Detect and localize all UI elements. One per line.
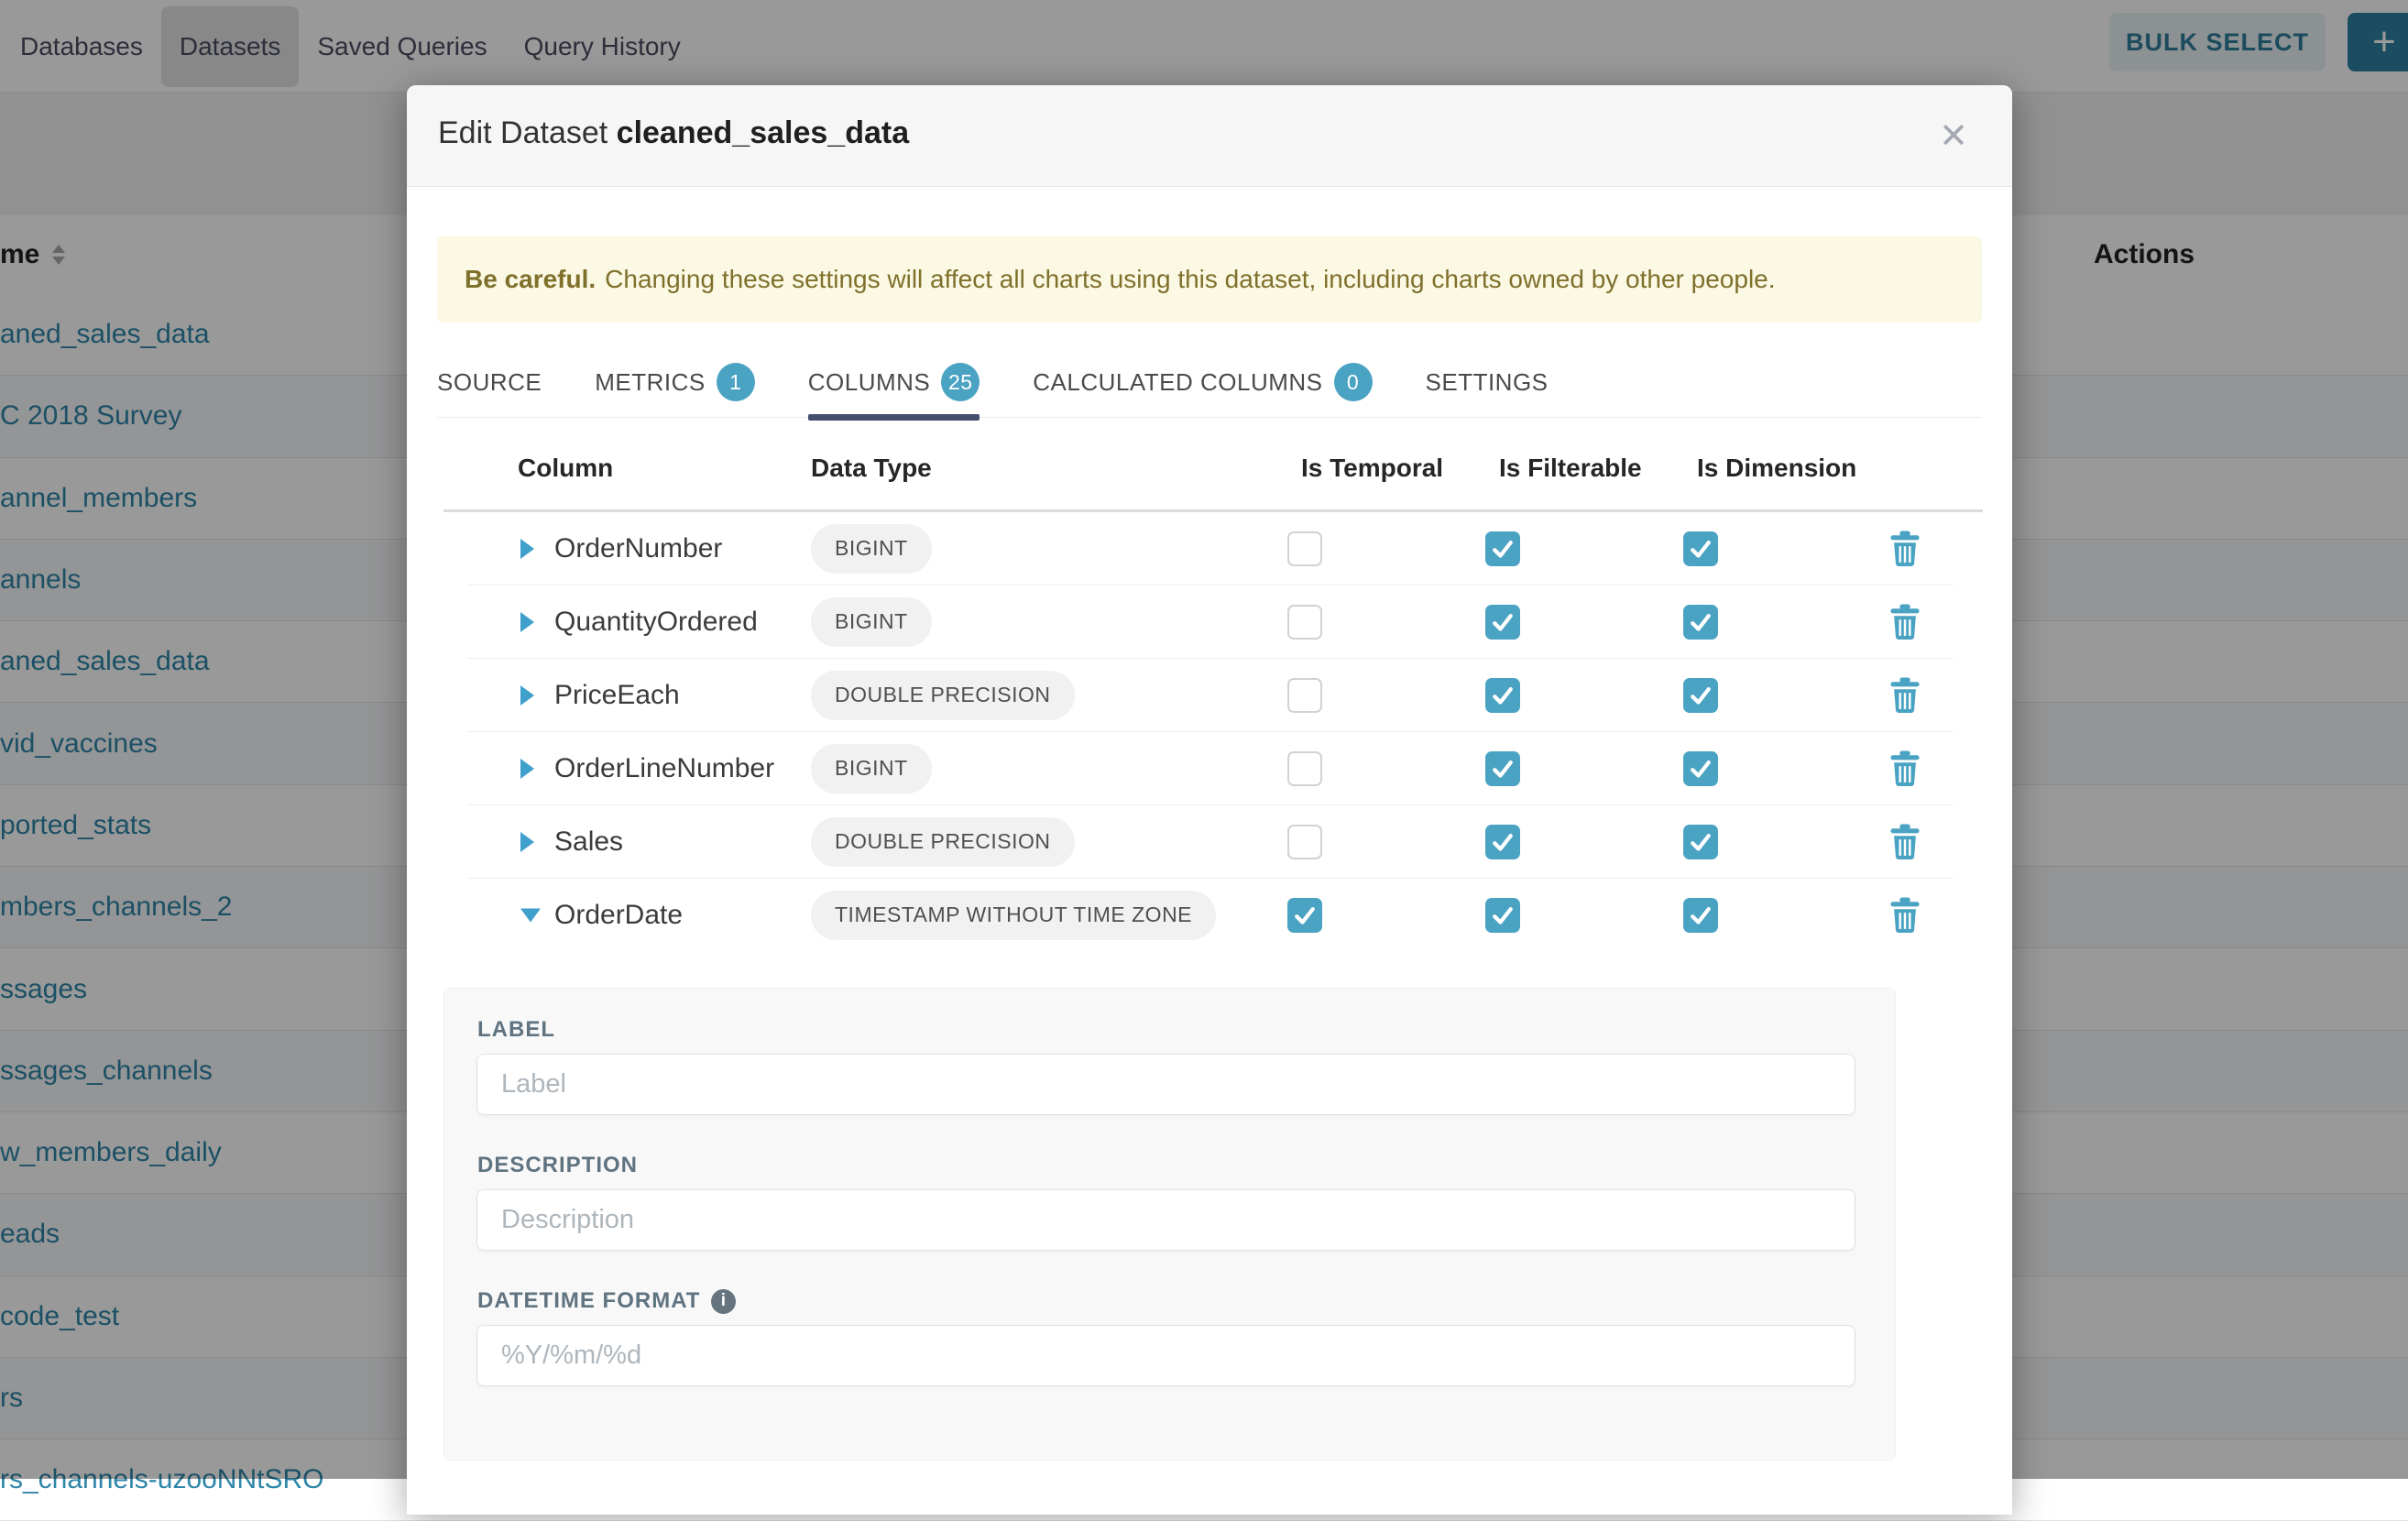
- is-dimension-checkbox[interactable]: [1683, 751, 1718, 786]
- is-dimension-checkbox[interactable]: [1683, 898, 1718, 933]
- modal-header: Edit Dataset cleaned_sales_data ✕: [407, 85, 2012, 187]
- data-type-pill: BIGINT: [811, 524, 932, 574]
- is-filterable-checkbox[interactable]: [1485, 751, 1520, 786]
- modal-dataset-name: cleaned_sales_data: [617, 115, 909, 150]
- column-edit-panel: LABEL DESCRIPTION DATETIME FORMAT i: [443, 988, 1896, 1461]
- tab-columns[interactable]: COLUMNS 25: [808, 347, 980, 417]
- check-icon: [1489, 828, 1516, 856]
- modal-title-prefix: Edit Dataset: [438, 115, 607, 150]
- is-filterable-header: Is Filterable: [1499, 454, 1642, 483]
- is-temporal-checkbox[interactable]: [1287, 825, 1322, 859]
- is-temporal-checkbox[interactable]: [1287, 751, 1322, 786]
- info-icon[interactable]: i: [711, 1289, 736, 1314]
- is-temporal-checkbox[interactable]: [1287, 531, 1322, 566]
- expand-caret-icon[interactable]: [520, 908, 541, 922]
- check-icon: [1687, 755, 1714, 782]
- is-dimension-checkbox[interactable]: [1683, 531, 1718, 566]
- is-dimension-header: Is Dimension: [1697, 454, 1856, 483]
- check-icon: [1489, 755, 1516, 782]
- check-icon: [1687, 902, 1714, 929]
- delete-icon[interactable]: [1889, 677, 1921, 714]
- column-row: OrderDate TIMESTAMP WITHOUT TIME ZONE: [467, 879, 1954, 951]
- delete-icon[interactable]: [1889, 750, 1921, 787]
- column-row: Sales DOUBLE PRECISION: [467, 805, 1954, 879]
- delete-icon[interactable]: [1889, 824, 1921, 860]
- tab-count-badge: 0: [1334, 363, 1373, 401]
- edit-dataset-modal: Edit Dataset cleaned_sales_data ✕ Be car…: [407, 85, 2012, 1515]
- warning-text: Changing these settings will affect all …: [605, 265, 1775, 294]
- datetime-format-input[interactable]: [476, 1325, 1855, 1386]
- is-filterable-checkbox[interactable]: [1485, 825, 1520, 859]
- tab-settings[interactable]: SETTINGS: [1426, 347, 1549, 417]
- column-row: PriceEach DOUBLE PRECISION: [467, 659, 1954, 732]
- data-type-header: Data Type: [811, 454, 932, 483]
- data-type-pill: DOUBLE PRECISION: [811, 671, 1075, 720]
- column-name: Sales: [554, 826, 623, 858]
- warning-bold: Be careful.: [465, 265, 596, 294]
- is-dimension-checkbox[interactable]: [1683, 825, 1718, 859]
- description-input[interactable]: [476, 1189, 1855, 1251]
- expand-caret-icon[interactable]: [520, 759, 534, 779]
- is-dimension-checkbox[interactable]: [1683, 605, 1718, 640]
- expand-caret-icon[interactable]: [520, 539, 534, 559]
- tab-count-badge: 1: [717, 363, 755, 401]
- is-temporal-checkbox[interactable]: [1287, 898, 1322, 933]
- data-type-pill: DOUBLE PRECISION: [811, 817, 1075, 867]
- is-temporal-checkbox[interactable]: [1287, 678, 1322, 713]
- check-icon: [1291, 902, 1319, 929]
- column-name: OrderDate: [554, 900, 683, 931]
- data-type-pill: BIGINT: [811, 597, 932, 647]
- is-temporal-checkbox[interactable]: [1287, 605, 1322, 640]
- column-name: OrderLineNumber: [554, 753, 774, 784]
- check-icon: [1489, 682, 1516, 709]
- check-icon: [1489, 902, 1516, 929]
- delete-icon[interactable]: [1889, 897, 1921, 934]
- tab-calculated-columns[interactable]: CALCULATED COLUMNS 0: [1033, 347, 1372, 417]
- delete-icon[interactable]: [1889, 604, 1921, 640]
- column-name: OrderNumber: [554, 533, 722, 564]
- data-type-pill: TIMESTAMP WITHOUT TIME ZONE: [811, 891, 1216, 940]
- data-type-pill: BIGINT: [811, 744, 932, 793]
- modal-title: Edit Dataset cleaned_sales_data: [438, 115, 909, 151]
- column-header: Column: [518, 454, 613, 483]
- datetime-format-heading-text: DATETIME FORMAT: [477, 1288, 700, 1314]
- tab-count-badge: 25: [941, 363, 980, 401]
- modal-tabs: SOURCE METRICS 1 COLUMNS 25 CALCULATED C…: [437, 347, 1982, 418]
- is-temporal-header: Is Temporal: [1301, 454, 1443, 483]
- is-filterable-checkbox[interactable]: [1485, 605, 1520, 640]
- delete-icon[interactable]: [1889, 531, 1921, 567]
- warning-banner: Be careful. Changing these settings will…: [437, 236, 1982, 323]
- columns-rows: OrderNumber BIGINT QuantityOrdered BIGIN…: [467, 512, 1954, 951]
- is-filterable-checkbox[interactable]: [1485, 898, 1520, 933]
- column-row: QuantityOrdered BIGINT: [467, 585, 1954, 659]
- check-icon: [1489, 535, 1516, 563]
- close-icon[interactable]: ✕: [1933, 116, 1974, 157]
- description-field-heading: DESCRIPTION: [477, 1153, 638, 1178]
- tab-source[interactable]: SOURCE: [437, 347, 542, 417]
- column-name: PriceEach: [554, 680, 680, 711]
- is-dimension-checkbox[interactable]: [1683, 678, 1718, 713]
- is-filterable-checkbox[interactable]: [1485, 531, 1520, 566]
- tab-metrics[interactable]: METRICS 1: [595, 347, 755, 417]
- column-name: QuantityOrdered: [554, 607, 758, 638]
- check-icon: [1687, 535, 1714, 563]
- is-filterable-checkbox[interactable]: [1485, 678, 1520, 713]
- check-icon: [1687, 608, 1714, 636]
- datetime-format-heading: DATETIME FORMAT i: [477, 1288, 736, 1314]
- expand-caret-icon[interactable]: [520, 832, 534, 852]
- expand-caret-icon[interactable]: [520, 612, 534, 632]
- column-row: OrderNumber BIGINT: [467, 512, 1954, 585]
- expand-caret-icon[interactable]: [520, 685, 534, 706]
- check-icon: [1489, 608, 1516, 636]
- check-icon: [1687, 682, 1714, 709]
- column-row: OrderLineNumber BIGINT: [467, 732, 1954, 805]
- check-icon: [1687, 828, 1714, 856]
- label-field-heading: LABEL: [477, 1017, 555, 1043]
- label-input[interactable]: [476, 1054, 1855, 1115]
